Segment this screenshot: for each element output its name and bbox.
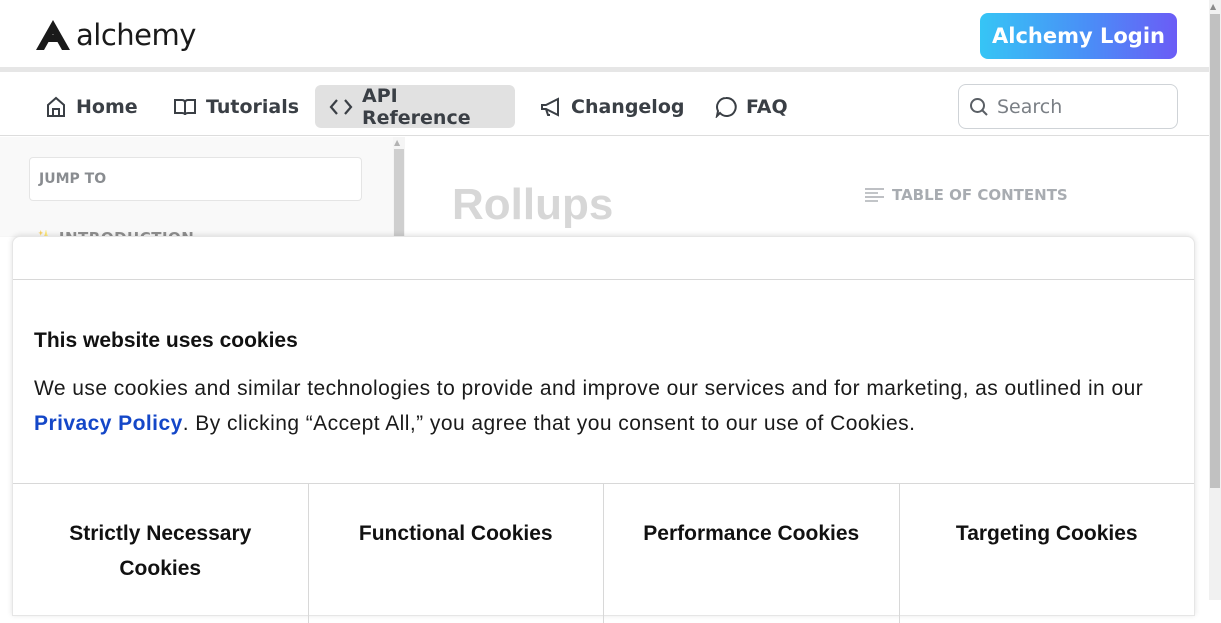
main-nav: Home Tutorials API Reference Changelog F… <box>0 77 1209 136</box>
cookie-text-start: We use cookies and similar technologies … <box>34 377 1144 400</box>
cookie-category-targeting[interactable]: Targeting Cookies <box>900 484 1195 623</box>
megaphone-icon <box>541 96 559 117</box>
nav-item-label: Tutorials <box>206 95 300 118</box>
cookie-banner: This website uses cookies We use cookies… <box>12 236 1195 623</box>
cookie-text-end: . By clicking “Accept All,” you agree th… <box>182 412 916 435</box>
privacy-policy-link[interactable]: Privacy Policy <box>34 412 183 435</box>
cookie-category-label: Performance Cookies <box>643 522 860 545</box>
page-dim-overlay <box>0 136 1209 236</box>
search-input[interactable]: Search <box>958 84 1178 129</box>
cookie-categories: Strictly Necessary Cookies Functional Co… <box>13 483 1194 623</box>
top-bar: alchemy Alchemy Login <box>0 0 1209 72</box>
nav-item-label: FAQ <box>746 95 788 118</box>
nav-item-label: API Reference <box>362 84 471 129</box>
search-icon <box>970 97 988 116</box>
home-icon <box>47 96 65 117</box>
nav-item-tutorials[interactable]: Tutorials <box>159 85 313 128</box>
nav-item-api-reference[interactable]: API Reference <box>315 84 515 129</box>
alchemy-logo[interactable]: alchemy <box>36 18 196 52</box>
alchemy-login-button[interactable]: Alchemy Login <box>980 13 1177 59</box>
page-scroll-up-arrow-icon[interactable]: ▲ <box>1210 2 1216 11</box>
nav-item-label: Home <box>76 95 138 118</box>
alchemy-logo-icon <box>36 20 70 50</box>
code-icon <box>329 98 353 115</box>
nav-item-label: Changelog <box>571 95 685 118</box>
divider <box>13 279 1194 280</box>
chat-bubble-icon <box>715 96 737 118</box>
nav-item-changelog[interactable]: Changelog <box>526 85 698 128</box>
nav-item-home[interactable]: Home <box>31 85 152 128</box>
cookie-category-label: Functional Cookies <box>358 522 553 545</box>
cookie-banner-text: We use cookies and similar technologies … <box>34 371 1184 441</box>
cookie-category-label: Targeting Cookies <box>955 522 1138 545</box>
page-scrollbar-thumb[interactable] <box>1210 14 1220 488</box>
cookie-category-performance[interactable]: Performance Cookies <box>604 484 900 623</box>
cookie-banner-title: This website uses cookies <box>34 329 298 352</box>
logo-text: alchemy <box>76 18 196 52</box>
cookie-category-strictly-necessary[interactable]: Strictly Necessary Cookies <box>13 484 309 623</box>
cookie-category-label: Strictly Necessary Cookies <box>69 522 252 580</box>
book-icon <box>174 98 196 115</box>
nav-item-faq[interactable]: FAQ <box>701 85 802 128</box>
cookie-category-functional[interactable]: Functional Cookies <box>309 484 604 623</box>
search-placeholder: Search <box>997 95 1063 118</box>
